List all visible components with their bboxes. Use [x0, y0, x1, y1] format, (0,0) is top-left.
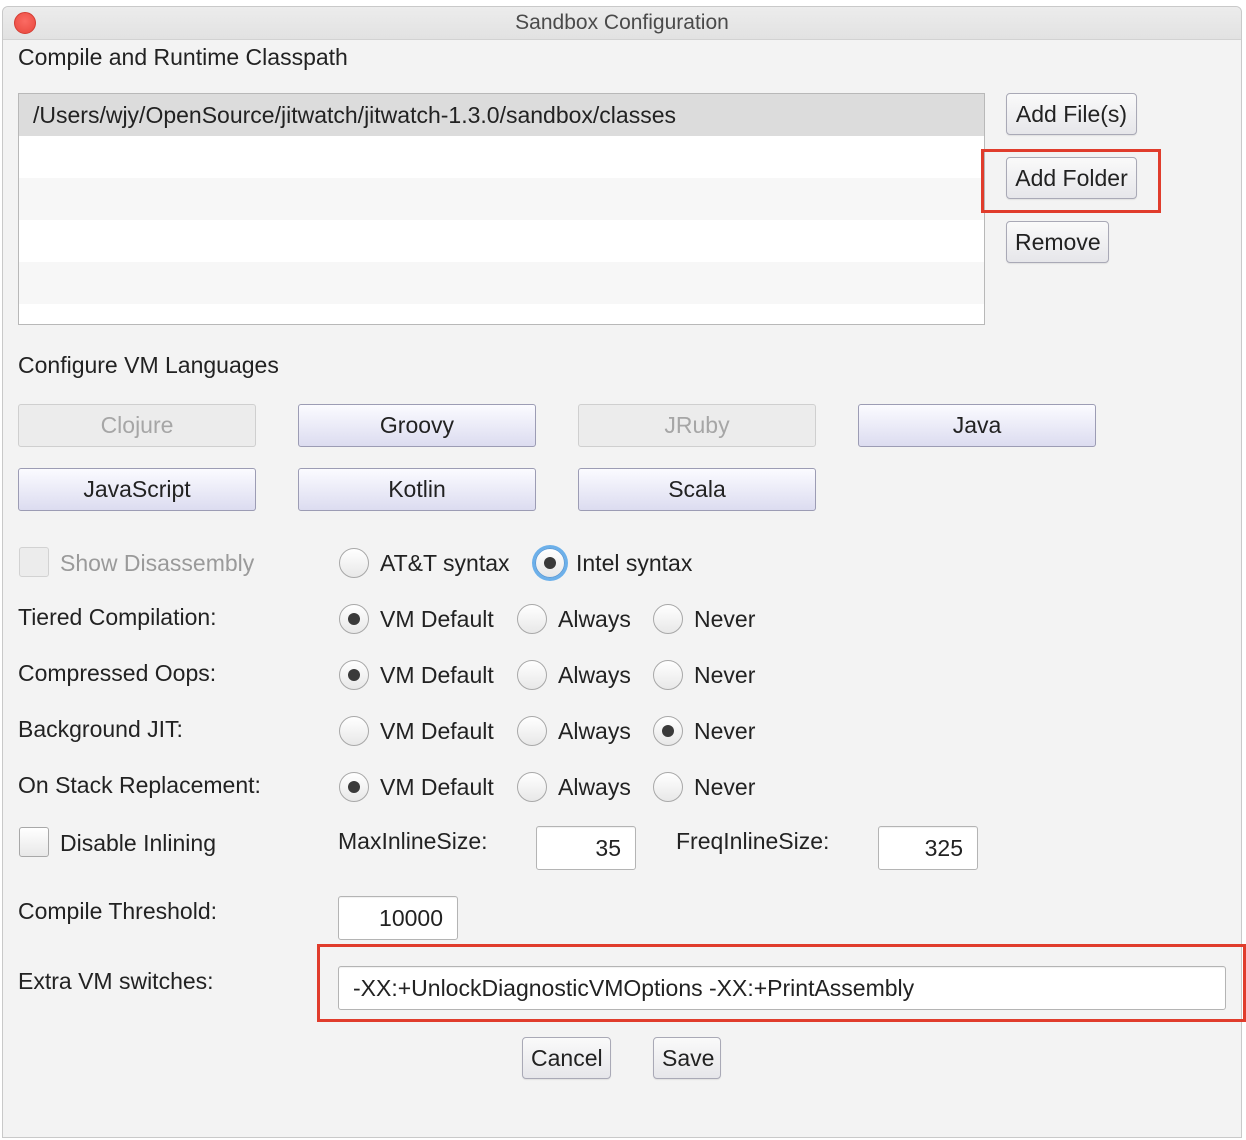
languages-heading: Configure VM Languages: [18, 352, 279, 378]
intel-syntax-radio[interactable]: [535, 548, 565, 578]
classpath-item[interactable]: /Users/wjy/OpenSource/jitwatch/jitwatch-…: [19, 94, 984, 136]
compile-threshold-input[interactable]: 10000: [338, 896, 458, 940]
compressed-oops-label: Compressed Oops:: [18, 660, 217, 686]
osr-vm-default-label: VM Default: [380, 774, 494, 800]
disable-inlining-checkbox[interactable]: [19, 827, 49, 857]
bgjit-always-radio[interactable]: [517, 716, 547, 746]
freq-inline-size-input[interactable]: 325: [878, 826, 978, 870]
language-kotlin-button[interactable]: Kotlin: [298, 468, 536, 511]
max-inline-size-label: MaxInlineSize:: [338, 828, 488, 854]
language-jruby-button[interactable]: JRuby: [578, 404, 816, 447]
tiered-always-radio[interactable]: [517, 604, 547, 634]
bgjit-never-label: Never: [694, 718, 756, 744]
osr-label: On Stack Replacement:: [18, 772, 261, 798]
disable-inlining-label: Disable Inlining: [60, 830, 216, 856]
oops-vm-default-label: VM Default: [380, 662, 494, 688]
bgjit-always-label: Always: [558, 718, 631, 744]
att-syntax-label: AT&T syntax: [380, 550, 510, 576]
save-button[interactable]: Save: [653, 1037, 721, 1079]
extra-vm-switches-label: Extra VM switches:: [18, 968, 214, 994]
language-java-button[interactable]: Java: [858, 404, 1096, 447]
oops-vm-default-radio[interactable]: [339, 660, 369, 690]
language-scala-button[interactable]: Scala: [578, 468, 816, 511]
osr-always-radio[interactable]: [517, 772, 547, 802]
classpath-heading: Compile and Runtime Classpath: [18, 44, 348, 70]
oops-always-radio[interactable]: [517, 660, 547, 690]
extra-vm-switches-input[interactable]: -XX:+UnlockDiagnosticVMOptions -XX:+Prin…: [338, 966, 1226, 1010]
osr-vm-default-radio[interactable]: [339, 772, 369, 802]
language-clojure-button[interactable]: Clojure: [18, 404, 256, 447]
tiered-vm-default-radio[interactable]: [339, 604, 369, 634]
max-inline-size-input[interactable]: 35: [536, 826, 636, 870]
add-folder-button[interactable]: Add Folder: [1006, 157, 1137, 199]
oops-never-label: Never: [694, 662, 756, 688]
osr-always-label: Always: [558, 774, 631, 800]
window-title: Sandbox Configuration: [515, 11, 729, 34]
osr-never-label: Never: [694, 774, 756, 800]
tiered-vm-default-label: VM Default: [380, 606, 494, 632]
oops-always-label: Always: [558, 662, 631, 688]
language-groovy-button[interactable]: Groovy: [298, 404, 536, 447]
bgjit-vm-default-label: VM Default: [380, 718, 494, 744]
show-disassembly-label: Show Disassembly: [60, 550, 255, 576]
compile-threshold-label: Compile Threshold:: [18, 898, 218, 924]
tiered-never-label: Never: [694, 606, 756, 632]
classpath-item[interactable]: [19, 136, 984, 178]
remove-button[interactable]: Remove: [1006, 221, 1109, 263]
tiered-never-radio[interactable]: [653, 604, 683, 634]
tiered-always-label: Always: [558, 606, 631, 632]
add-files-button[interactable]: Add File(s): [1006, 93, 1137, 135]
oops-never-radio[interactable]: [653, 660, 683, 690]
title-bar[interactable]: Sandbox Configuration: [3, 7, 1241, 40]
freq-inline-size-label: FreqInlineSize:: [676, 828, 830, 854]
tiered-compilation-label: Tiered Compilation:: [18, 604, 217, 630]
osr-never-radio[interactable]: [653, 772, 683, 802]
classpath-item[interactable]: [19, 178, 984, 220]
bgjit-vm-default-radio[interactable]: [339, 716, 369, 746]
background-jit-label: Background JIT:: [18, 716, 183, 742]
show-disassembly-checkbox[interactable]: [19, 547, 49, 577]
att-syntax-radio[interactable]: [339, 548, 369, 578]
intel-syntax-label: Intel syntax: [576, 550, 693, 576]
classpath-item[interactable]: [19, 220, 984, 262]
cancel-button[interactable]: Cancel: [522, 1037, 611, 1079]
bgjit-never-radio[interactable]: [653, 716, 683, 746]
language-javascript-button[interactable]: JavaScript: [18, 468, 256, 511]
classpath-list[interactable]: /Users/wjy/OpenSource/jitwatch/jitwatch-…: [18, 93, 985, 325]
classpath-item[interactable]: [19, 262, 984, 304]
